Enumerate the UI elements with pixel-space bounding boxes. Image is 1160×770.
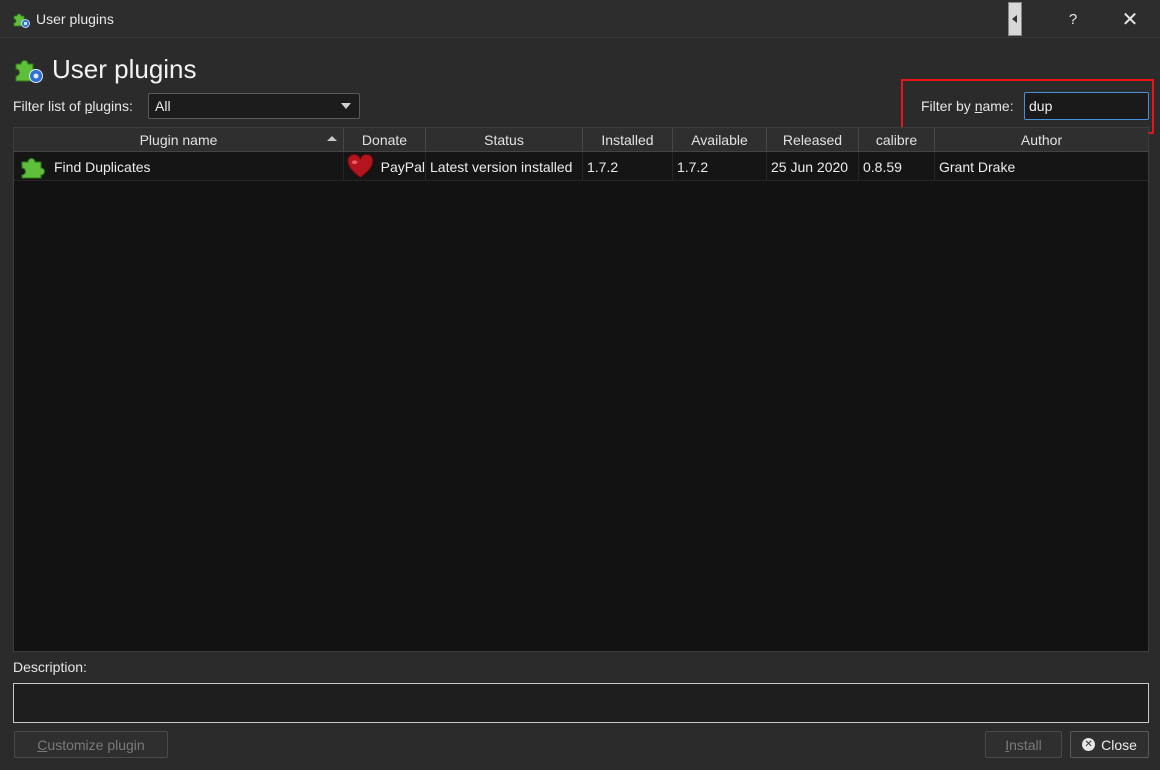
heart-icon [347,153,374,178]
cell-released: 25 Jun 2020 [767,152,859,181]
cell-author: Grant Drake [939,158,1016,175]
description-box [13,683,1149,723]
puzzle-plugin-icon [21,157,45,178]
help-button[interactable]: ? [1048,0,1098,38]
column-header-released[interactable]: Released [767,128,859,152]
window-title: User plugins [36,11,114,27]
chevron-down-icon [341,103,351,109]
title-bar: User plugins ? ✕ [0,0,1160,38]
description-label: Description: [13,659,87,675]
column-header-available[interactable]: Available [673,128,767,152]
cell-donate[interactable]: PayPal [344,152,426,181]
cell-available: 1.7.2 [673,152,767,181]
cell-plugin-name: Find Duplicates [14,152,344,181]
plugins-table: Plugin name Donate Status Installed Avai… [13,127,1149,652]
filter-list-select[interactable]: All [148,93,360,119]
cell-calibre: 0.8.59 [859,152,935,181]
cell-installed: 1.7.2 [583,152,673,181]
filter-name-label: Filter by name: [921,98,1014,114]
sort-ascending-icon [327,136,337,141]
close-circle-icon: ✕ [1082,738,1096,751]
column-header-author[interactable]: Author [935,128,1148,152]
filter-list-value: All [155,98,171,114]
puzzle-plugin-icon [15,60,43,83]
column-header-calibre[interactable]: calibre [859,128,935,152]
table-row[interactable]: Find Duplicates PayPal Latest version in… [14,152,1148,181]
column-header-plugin-name[interactable]: Plugin name [14,128,344,152]
cell-status: Latest version installed [426,152,583,181]
column-header-installed[interactable]: Installed [583,128,673,152]
filter-name-input[interactable] [1024,92,1149,120]
filter-list-label: Filter list of plugins: [13,98,133,114]
page-title: User plugins [52,54,197,84]
column-header-donate[interactable]: Donate [344,128,426,152]
table-header: Plugin name Donate Status Installed Avai… [14,128,1148,152]
column-header-status[interactable]: Status [426,128,583,152]
collapse-handle[interactable] [1008,2,1022,36]
close-button[interactable]: ✕ Close [1070,731,1149,758]
window-close-button[interactable]: ✕ [1104,0,1156,38]
customize-plugin-button[interactable]: Customize plugin [14,731,168,758]
install-button[interactable]: Install [985,731,1062,758]
puzzle-plugin-icon [13,13,30,28]
